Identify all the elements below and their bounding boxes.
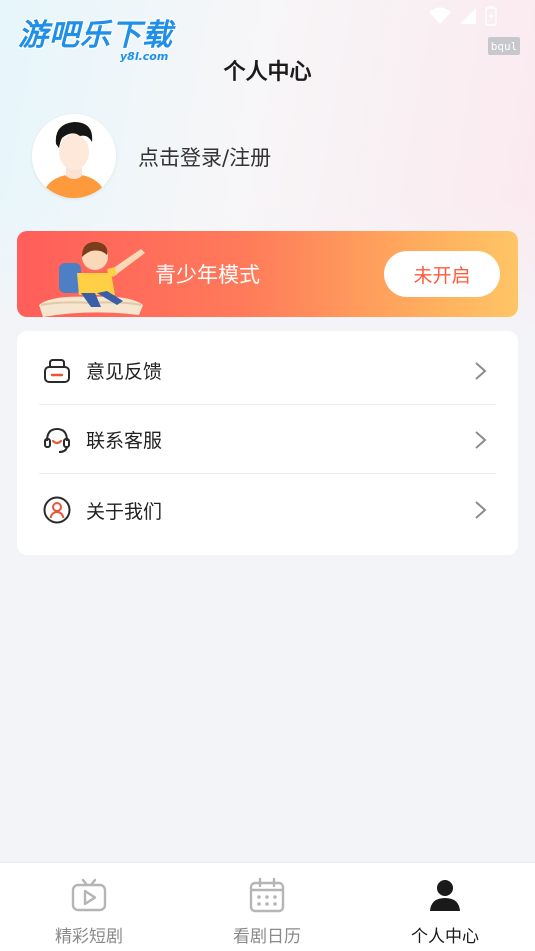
- avatar-illustration: [32, 114, 116, 198]
- tab-drama-calendar[interactable]: 看剧日历: [178, 863, 356, 951]
- chevron-right-icon: [475, 361, 487, 380]
- settings-menu: 意见反馈 联系客服 关于我们: [17, 331, 518, 555]
- tab-personal-center[interactable]: 个人中心: [356, 863, 534, 951]
- chevron-right-icon: [475, 501, 487, 519]
- menu-item-label: 意见反馈: [86, 361, 163, 383]
- watermark-text: 游吧乐下载: [18, 18, 173, 53]
- headset-icon: [41, 424, 73, 456]
- person-circle-icon: [41, 494, 73, 526]
- tab-label: 看剧日历: [233, 927, 301, 947]
- avatar[interactable]: [32, 114, 116, 198]
- menu-item-label: 关于我们: [86, 500, 163, 523]
- menu-item-customer-service[interactable]: 联系客服: [39, 406, 496, 474]
- tv-play-icon: [71, 878, 107, 912]
- signal-icon: [460, 8, 476, 24]
- youth-kid-illustration: [39, 241, 145, 317]
- youth-mode-banner[interactable]: 青少年模式 未开启: [17, 231, 518, 317]
- youth-mode-label: 青少年模式: [155, 263, 260, 287]
- bottom-tab-bar: 精彩短剧 看剧日历 个人中心: [0, 862, 535, 951]
- battery-icon: [485, 6, 497, 26]
- chevron-right-icon: [475, 430, 487, 449]
- youth-mode-status-button[interactable]: 未开启: [384, 251, 500, 297]
- menu-item-label: 联系客服: [86, 430, 163, 452]
- tab-short-dramas[interactable]: 精彩短剧: [0, 863, 178, 951]
- login-register-link[interactable]: 点击登录/注册: [138, 142, 271, 172]
- person-icon: [430, 880, 460, 911]
- menu-item-feedback[interactable]: 意见反馈: [39, 337, 496, 405]
- wifi-icon: [429, 7, 451, 24]
- watermark-logo: 游吧乐下载 y8l.com: [18, 18, 173, 63]
- feedback-icon: [41, 355, 73, 387]
- page-title: 个人中心: [223, 60, 312, 85]
- tab-label: 精彩短剧: [55, 927, 123, 947]
- menu-item-about-us[interactable]: 关于我们: [39, 476, 496, 544]
- tab-label: 个人中心: [411, 927, 479, 947]
- calendar-icon: [249, 877, 285, 913]
- watermark-tag: bqul: [488, 37, 520, 55]
